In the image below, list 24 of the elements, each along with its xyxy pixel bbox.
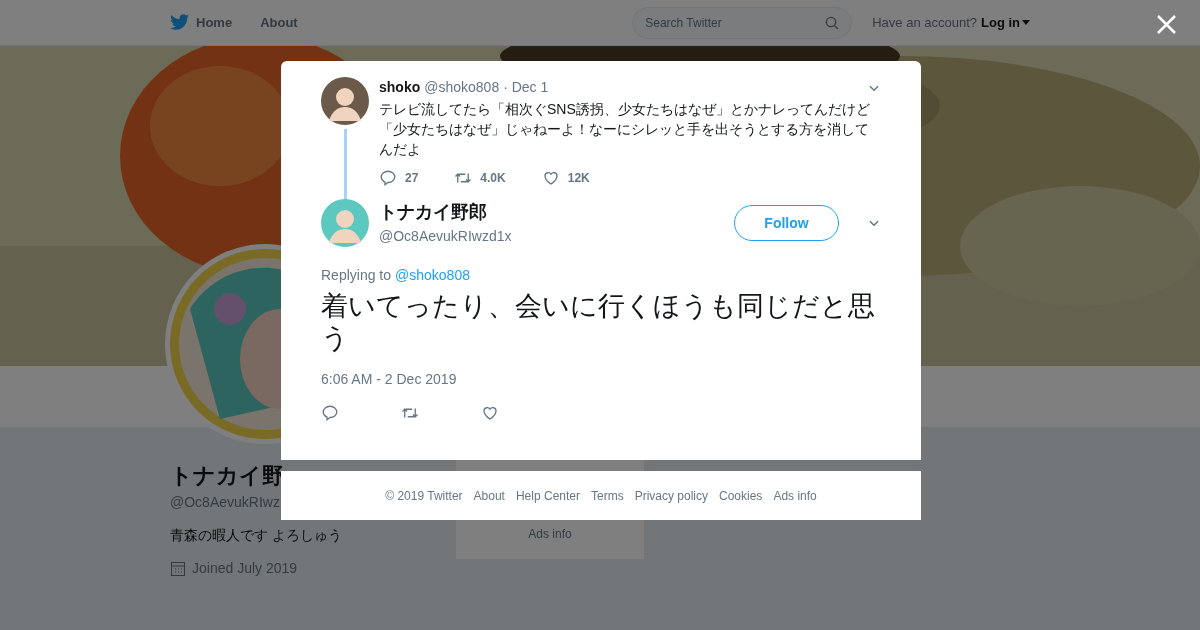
profile-handle: @Oc8AevukRIwz (170, 493, 280, 512)
search-field[interactable]: Search Twitter (632, 6, 853, 39)
nav-link[interactable]: About (260, 12, 298, 33)
close-icon[interactable] (1157, 15, 1176, 34)
footer-link[interactable]: Ads info (773, 486, 817, 505)
calendar-icon (170, 560, 186, 577)
footer-link[interactable]: Help Center (515, 486, 580, 505)
account-prompt: Have an account? (872, 13, 977, 32)
speech-bubble-icon[interactable] (321, 404, 339, 422)
caret-icon (1022, 19, 1030, 26)
footer-link[interactable]: © 2019 Twitter (385, 486, 463, 505)
login-button[interactable]: Log in (981, 12, 1030, 33)
nav-link[interactable]: Home (170, 12, 233, 33)
footer-link[interactable]: About (473, 486, 505, 505)
footer-link[interactable]: Cookies (719, 486, 763, 505)
heart-icon[interactable] (481, 404, 499, 422)
profile-bio: 青森の暇人です よろしゅう (170, 526, 343, 545)
tweet-timestamp: 6:06 AM - 2 Dec 2019 (321, 370, 458, 389)
joined-date: Joined July 2019 (192, 559, 298, 578)
footer-link[interactable]: Ads info (528, 525, 572, 543)
footer-link[interactable]: Privacy policy (634, 486, 708, 505)
footer-link[interactable]: Terms (591, 486, 624, 505)
bird-icon (170, 14, 190, 31)
search-icon[interactable] (824, 14, 841, 31)
